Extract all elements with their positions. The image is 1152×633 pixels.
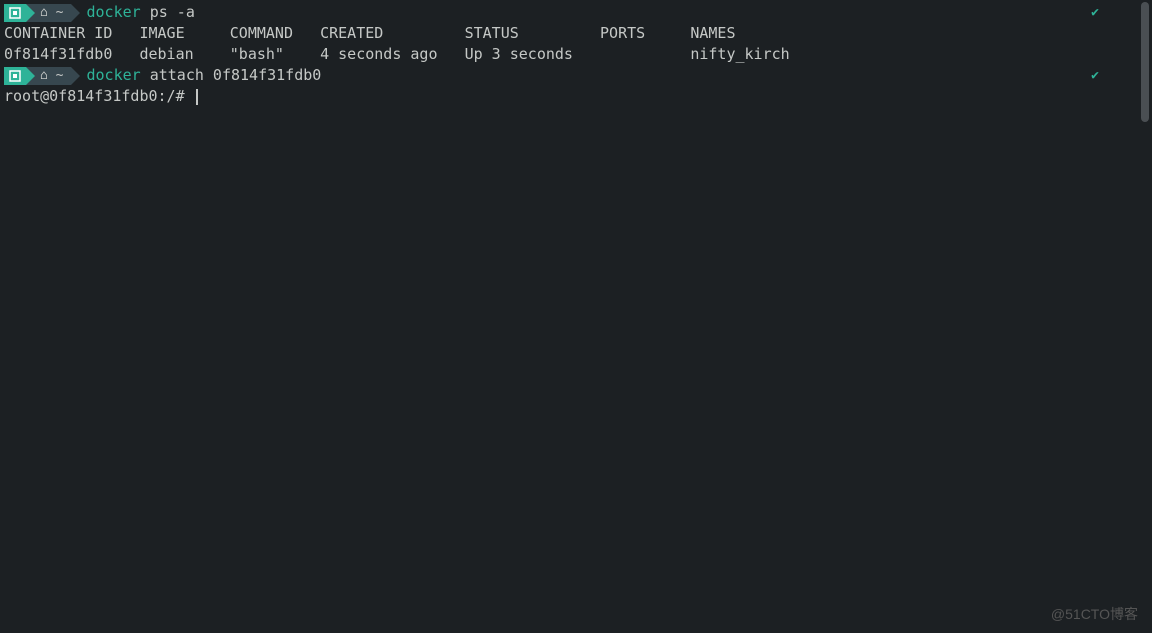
terminal-area[interactable]: ⌂ ~ docker ps -a ✔ CONTAINER ID IMAGE CO… xyxy=(0,0,1133,633)
prompt-path-segment: ⌂ ~ xyxy=(26,4,71,22)
tilde-path: ~ xyxy=(56,65,64,86)
text-cursor-icon xyxy=(196,89,198,105)
command-input-1: docker ps -a xyxy=(86,2,194,23)
table-row: 0f814f31fdb0 debian "bash" 4 seconds ago… xyxy=(4,44,1133,65)
command-input-2: docker attach 0f814f31fdb0 xyxy=(86,65,321,86)
scrollbar[interactable] xyxy=(1140,2,1150,631)
tilde-path: ~ xyxy=(56,2,64,23)
watermark: @51CTO博客 xyxy=(1051,604,1138,625)
command-args: ps -a xyxy=(141,3,195,21)
os-badge-icon xyxy=(4,67,26,85)
shell-prompt-text: root@0f814f31fdb0:/# xyxy=(4,87,194,105)
command-name: docker xyxy=(86,66,140,84)
command-args: attach 0f814f31fdb0 xyxy=(141,66,322,84)
status-check-icon: ✔ xyxy=(1091,2,1099,23)
prompt-line-1: ⌂ ~ docker ps -a ✔ xyxy=(4,2,1133,23)
prompt-arrow-icon xyxy=(71,4,80,22)
table-header: CONTAINER ID IMAGE COMMAND CREATED STATU… xyxy=(4,23,1133,44)
scrollbar-thumb[interactable] xyxy=(1141,2,1149,122)
os-badge-icon xyxy=(4,4,26,22)
prompt-path-segment: ⌂ ~ xyxy=(26,67,71,85)
home-icon: ⌂ xyxy=(40,2,48,23)
command-name: docker xyxy=(86,3,140,21)
home-icon: ⌂ xyxy=(40,65,48,86)
prompt-line-2: ⌂ ~ docker attach 0f814f31fdb0 ✔ xyxy=(4,65,1133,86)
prompt-arrow-icon xyxy=(71,67,80,85)
status-check-icon: ✔ xyxy=(1091,65,1099,86)
container-shell-prompt[interactable]: root@0f814f31fdb0:/# xyxy=(4,86,1133,107)
